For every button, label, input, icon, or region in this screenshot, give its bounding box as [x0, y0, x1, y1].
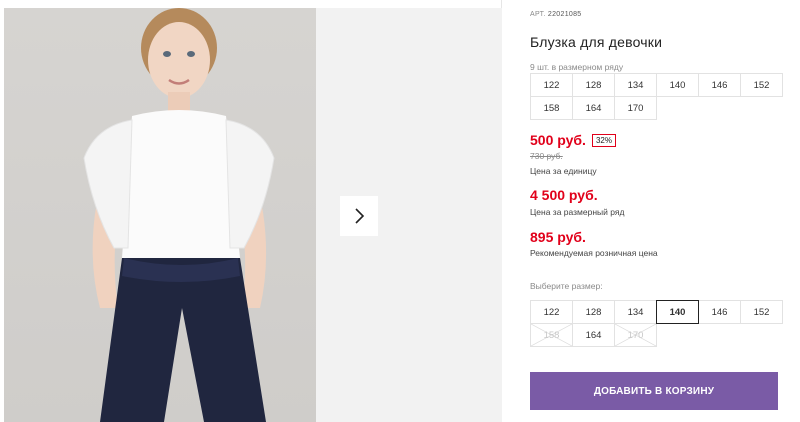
- next-photo-button[interactable]: [340, 196, 378, 236]
- size-row-cell: 158: [530, 96, 573, 120]
- size-option-134[interactable]: 134: [614, 300, 657, 324]
- product-gallery: [0, 0, 502, 422]
- unit-price-block: 500 руб. 32%: [530, 132, 616, 148]
- size-row-cell: 152: [740, 73, 783, 97]
- row-price: 4 500 руб.: [530, 187, 598, 203]
- size-option-158: 158: [530, 323, 573, 347]
- size-option-label: 170: [627, 329, 644, 341]
- product-photo[interactable]: [4, 8, 316, 422]
- girl-model-illustration: [83, 8, 275, 422]
- discount-badge: 32%: [591, 133, 616, 147]
- size-row-cell: 140: [656, 73, 699, 97]
- size-picker: 122 128 134 140 146 152 158 164 170: [530, 300, 783, 347]
- size-picker-label: Выберите размер:: [530, 281, 603, 291]
- retail-price: 895 руб.: [530, 229, 586, 245]
- size-row-cell: 164: [572, 96, 615, 120]
- add-to-cart-button[interactable]: ДОБАВИТЬ В КОРЗИНУ: [530, 372, 778, 410]
- size-option-164[interactable]: 164: [572, 323, 615, 347]
- size-row-cell: 134: [614, 73, 657, 97]
- size-option-152[interactable]: 152: [740, 300, 783, 324]
- product-title: Блузка для девочки: [530, 34, 663, 50]
- size-row-grid: 122 128 134 140 146 152 158 164 170: [530, 73, 783, 120]
- size-row-cell: 128: [572, 73, 615, 97]
- sku: АРТ. 22021085: [530, 11, 581, 18]
- sku-label: АРТ.: [530, 11, 546, 18]
- size-option-label: 158: [543, 329, 560, 341]
- size-option-146[interactable]: 146: [698, 300, 741, 324]
- size-option-128[interactable]: 128: [572, 300, 615, 324]
- size-row-cell: 146: [698, 73, 741, 97]
- unit-price: 500 руб.: [530, 132, 586, 148]
- size-option-122[interactable]: 122: [530, 300, 573, 324]
- size-row-cell: 170: [614, 96, 657, 120]
- sku-value: 22021085: [547, 11, 582, 18]
- old-price: 730 руб.: [530, 151, 563, 161]
- size-row-cell: 122: [530, 73, 573, 97]
- retail-price-caption: Рекомендуемая розничная цена: [530, 248, 658, 258]
- row-price-caption: Цена за размерный ряд: [530, 207, 625, 217]
- chevron-right-icon: [355, 208, 365, 224]
- size-option-140[interactable]: 140: [656, 300, 699, 324]
- size-option-170: 170: [614, 323, 657, 347]
- unit-price-caption: Цена за единицу: [530, 166, 597, 176]
- size-row-count: 9 шт. в размерном ряду: [530, 62, 624, 72]
